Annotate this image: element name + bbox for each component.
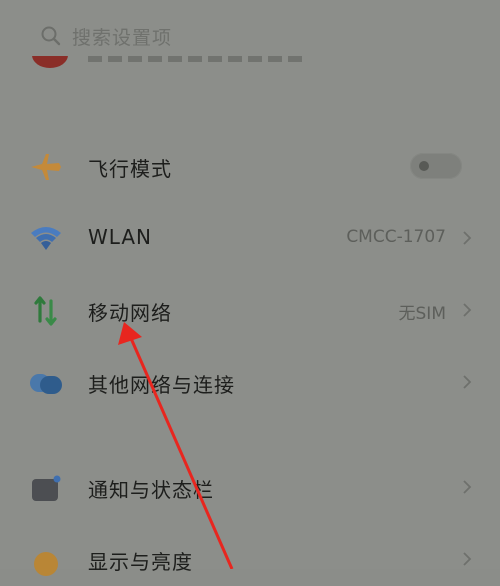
- chevron-right-icon: [463, 303, 472, 317]
- settings-item-other-connections[interactable]: 其他网络与连接: [0, 355, 500, 409]
- account-avatar-icon: [32, 56, 68, 68]
- search-bar[interactable]: 搜索设置项: [32, 18, 472, 54]
- wlan-network-name: CMCC-1707: [346, 227, 446, 247]
- settings-item-label: 通知与状态栏: [88, 478, 214, 502]
- wifi-icon: [31, 227, 61, 250]
- search-placeholder: 搜索设置项: [72, 26, 173, 49]
- settings-item-display-brightness[interactable]: 显示与亮度: [0, 532, 500, 586]
- settings-item-label: WLAN: [88, 225, 153, 249]
- chevron-right-icon: [463, 480, 472, 494]
- display-brightness-icon: [34, 552, 58, 576]
- search-icon: [41, 26, 61, 46]
- chevron-right-icon: [463, 231, 472, 245]
- notification-icon: [32, 475, 61, 501]
- airplane-icon: [31, 154, 61, 180]
- settings-item-mobile-network[interactable]: 移动网络 无SIM: [0, 283, 500, 337]
- settings-screen: 搜索设置项 飞行模式 WLAN CMCC-1707 移动网络 无SIM 其他网络…: [0, 0, 500, 576]
- partially-visible-row: [0, 56, 500, 74]
- chevron-right-icon: [463, 552, 472, 566]
- partially-visible-text: [88, 56, 308, 62]
- chevron-right-icon: [463, 375, 472, 389]
- settings-item-wlan[interactable]: WLAN CMCC-1707: [0, 211, 500, 265]
- settings-item-label: 移动网络: [88, 301, 172, 325]
- settings-item-label: 飞行模式: [88, 157, 172, 181]
- settings-item-label: 显示与亮度: [88, 550, 193, 574]
- sim-status: 无SIM: [398, 304, 446, 324]
- settings-item-notifications-status-bar[interactable]: 通知与状态栏: [0, 460, 500, 514]
- network-connections-icon: [30, 374, 62, 394]
- toggle-knob: [419, 161, 429, 171]
- settings-item-airplane-mode[interactable]: 飞行模式: [0, 139, 500, 193]
- mobile-data-icon: [34, 296, 57, 326]
- airplane-mode-toggle[interactable]: [410, 153, 462, 179]
- settings-item-label: 其他网络与连接: [88, 373, 235, 397]
